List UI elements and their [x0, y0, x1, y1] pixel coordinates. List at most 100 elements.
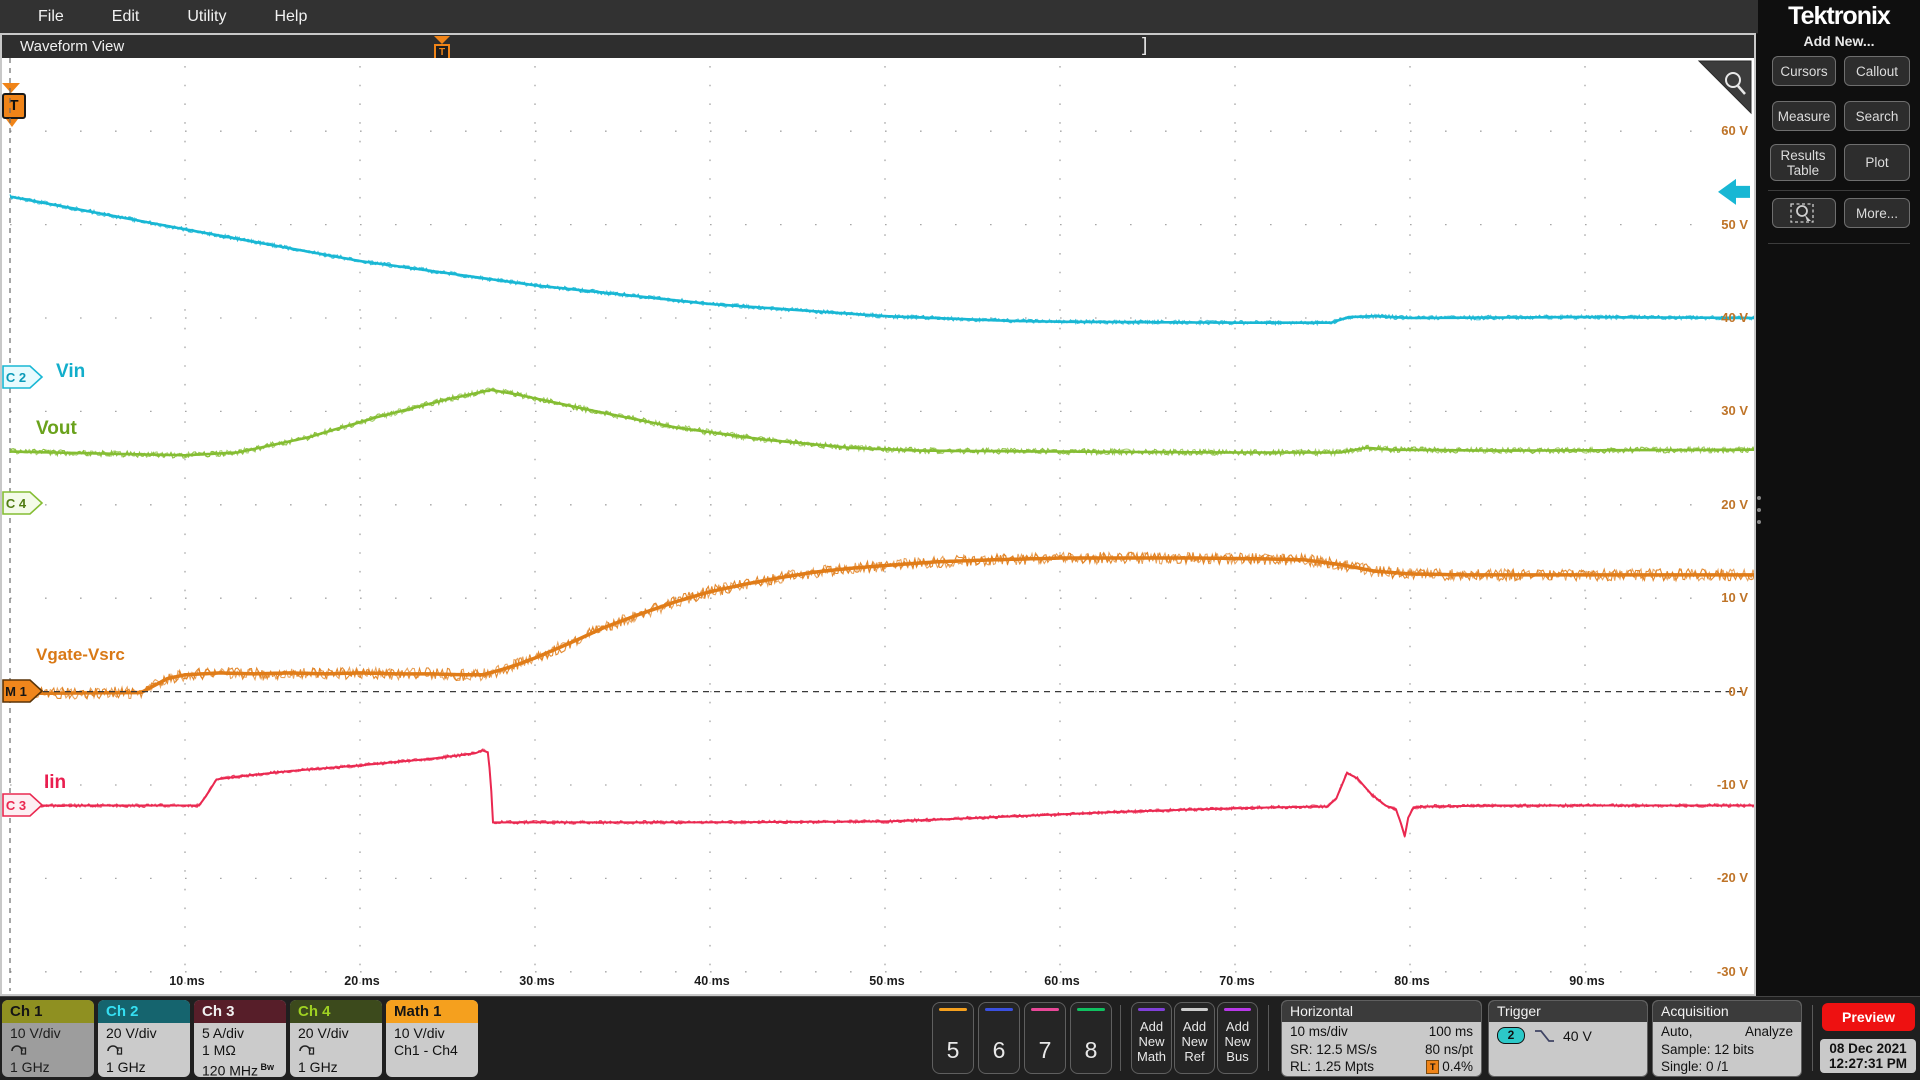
- horizontal-value-right: 80 ns/pt: [1424, 1041, 1473, 1057]
- waveform-svg: [9, 58, 1754, 991]
- channel-slot-button-7[interactable]: 7: [1024, 1002, 1066, 1074]
- sidebar-button-more[interactable]: More...: [1844, 198, 1910, 228]
- channel-badge-c3[interactable]: C 3: [2, 793, 44, 817]
- preview-button[interactable]: Preview: [1822, 1003, 1915, 1031]
- y-axis-label: 10 V: [1721, 590, 1748, 606]
- menu-item-file[interactable]: File: [28, 8, 74, 26]
- channel-setting-row: [106, 1042, 190, 1059]
- channel-setting-row: 1 GHz: [10, 1059, 50, 1075]
- panel-splitter-handle[interactable]: [1757, 488, 1763, 524]
- channel-name: Ch 4: [290, 1000, 382, 1023]
- channel-setting-row: 1 GHz: [298, 1059, 338, 1075]
- svg-text:C 3: C 3: [6, 798, 26, 813]
- y-axis-label: 40 V: [1721, 310, 1748, 325]
- channel-config-ch2[interactable]: Ch 2 20 V/div 1 GHz: [98, 1000, 190, 1077]
- acquisition-value-left: Sample: 12 bits: [1661, 1041, 1755, 1057]
- add-button-label: Add New Bus: [1224, 1019, 1251, 1064]
- trigger-panel[interactable]: Trigger 2 40 V: [1488, 1000, 1648, 1077]
- trigger-panel-title: Trigger: [1489, 1001, 1647, 1022]
- zoom-region-button[interactable]: [1772, 198, 1836, 228]
- add-new-heading: Add New...: [1803, 33, 1875, 49]
- x-axis-label: 40 ms: [694, 974, 730, 988]
- channel-badge-m1[interactable]: M 1: [2, 679, 44, 703]
- svg-text:C 4: C 4: [6, 496, 27, 511]
- channel-setting-row: 10 V/div: [394, 1025, 445, 1041]
- slot-color-stripe: [939, 1008, 967, 1011]
- trace-iin[interactable]: [9, 748, 1754, 839]
- horizontal-panel[interactable]: Horizontal 10 ms/div 100 ms SR: 12.5 MS/s 80…: [1281, 1000, 1482, 1077]
- slot-color-stripe: [1077, 1008, 1105, 1011]
- waveform-plot-area[interactable]: T 60 V 50 V 40 V 30 V 20 V 10 V0 V -10 V -20 V-…: [2, 58, 1754, 994]
- acquisition-panel-body: Auto, Analyze Sample: 12 bits Single: 0 /1: [1653, 1022, 1801, 1076]
- channel-config-ch4[interactable]: Ch 4 20 V/div 1 GHz: [290, 1000, 382, 1077]
- y-axis-label: 30 V: [1721, 403, 1748, 419]
- trigger-level-arrow-icon[interactable]: [1718, 178, 1750, 205]
- channel-settings: 10 V/div 1 GHz: [2, 1023, 94, 1076]
- channel-setting-row: 1 GHz: [106, 1059, 146, 1075]
- horizontal-value-left: 10 ms/div: [1290, 1024, 1348, 1039]
- channel-slot-button-6[interactable]: 6: [978, 1002, 1020, 1074]
- svg-text:C 2: C 2: [6, 370, 26, 385]
- channel-name: Math 1: [386, 1000, 478, 1023]
- channel-slot-button-8[interactable]: 8: [1070, 1002, 1112, 1074]
- channel-badge-c4[interactable]: C 4: [2, 491, 44, 515]
- sidebar-button-search[interactable]: Search: [1844, 101, 1910, 131]
- x-axis-label: 30 ms: [519, 974, 555, 988]
- channel-slot-button-5[interactable]: 5: [932, 1002, 974, 1074]
- y-axis-label: 0 V: [1728, 683, 1748, 699]
- add-button-label: Add New Ref: [1181, 1019, 1208, 1064]
- channel-name: Ch 1: [2, 1000, 94, 1023]
- trace-label-vgate-vsrc: Vgate-Vsrc: [36, 645, 125, 664]
- zoom-region-icon: [1790, 203, 1814, 223]
- sidebar-divider: [1768, 190, 1910, 191]
- trace-vout[interactable]: [9, 387, 1754, 459]
- x-axis-label: 20 ms: [344, 974, 380, 988]
- trace-vin[interactable]: [9, 194, 1754, 327]
- horizontal-value-right: 100 ms: [1428, 1024, 1473, 1039]
- bottom-settings-bar: Preview 08 Dec 2021 12:27:31 PM Ch 1 10 V…: [0, 996, 1920, 1080]
- y-axis-label: 60 V: [1721, 123, 1748, 139]
- menu-item-help[interactable]: Help: [264, 8, 317, 26]
- slot-color-stripe: [1031, 1008, 1059, 1011]
- add-button-stripe: [1224, 1008, 1251, 1011]
- menu-item-utility[interactable]: Utility: [177, 8, 236, 26]
- slot-color-stripe: [985, 1008, 1013, 1011]
- trigger-flag-triangle-icon: [434, 36, 450, 44]
- add-new-ref-button[interactable]: Add New Ref: [1174, 1002, 1215, 1074]
- time-text: 12:27:31 PM: [1828, 1056, 1908, 1071]
- channel-config-ch3[interactable]: Ch 3 5 A/div 1 MΩ 120 MHz Bw: [194, 1000, 286, 1077]
- trigger-settings-row: 2 40 V: [1497, 1027, 1639, 1044]
- acquisition-value-left: Single: 0 /1: [1661, 1059, 1729, 1074]
- add-new-bus-button[interactable]: Add New Bus: [1217, 1002, 1258, 1074]
- channel-setting-row: [298, 1042, 382, 1059]
- tektronix-logo: Tektronix: [1788, 2, 1891, 30]
- sidebar-button-callout[interactable]: Callout: [1844, 56, 1910, 86]
- acquisition-panel[interactable]: Acquisition Auto, Analyze Sample: 12 bits Si…: [1652, 1000, 1802, 1077]
- probe-icon: [11, 1045, 27, 1055]
- acquisition-value-left: Auto,: [1661, 1024, 1693, 1039]
- channel-config-ch1[interactable]: Ch 1 10 V/div 1 GHz: [2, 1000, 94, 1077]
- sidebar-button-cursors[interactable]: Cursors: [1772, 56, 1836, 86]
- channel-config-math1[interactable]: Math 1 10 V/div Ch1 - Ch4: [386, 1000, 478, 1077]
- trace-vgate-vsrc[interactable]: [9, 551, 1754, 700]
- probe-icon: [107, 1045, 123, 1055]
- menu-item-edit[interactable]: Edit: [102, 8, 150, 26]
- date-text: 08 Dec 2021: [1829, 1041, 1907, 1056]
- right-sidebar: Tektronix Add New... Cursors Callout Measu…: [1758, 0, 1920, 996]
- plot-zoom-corner-icon[interactable]: [1697, 60, 1752, 115]
- y-axis-label: -10 V: [1716, 777, 1748, 792]
- sidebar-button-measure[interactable]: Measure: [1772, 101, 1836, 131]
- slot-number: 6: [992, 1037, 1006, 1063]
- add-new-math-button[interactable]: Add New Math: [1131, 1002, 1172, 1074]
- trigger-panel-body: 2 40 V: [1489, 1022, 1647, 1044]
- waveform-view-titlebar[interactable]: Waveform View: [2, 35, 1754, 58]
- acquisition-value-right: Analyze: [1744, 1024, 1793, 1039]
- horizontal-panel-title: Horizontal: [1282, 1001, 1481, 1022]
- channel-settings: 5 A/div 1 MΩ 120 MHz Bw: [194, 1023, 286, 1077]
- acquisition-panel-title: Acquisition: [1653, 1001, 1801, 1022]
- channel-badge-c2[interactable]: C 2: [2, 365, 44, 389]
- sidebar-button-plot[interactable]: Plot: [1844, 144, 1910, 181]
- oscilloscope-app: File Edit Utility Help Waveform View T ] T …: [0, 0, 1920, 1080]
- sidebar-button-results-table[interactable]: Results Table: [1770, 144, 1836, 181]
- horizontal-row: RL: 1.25 Mpts T 0.4%: [1290, 1058, 1473, 1076]
